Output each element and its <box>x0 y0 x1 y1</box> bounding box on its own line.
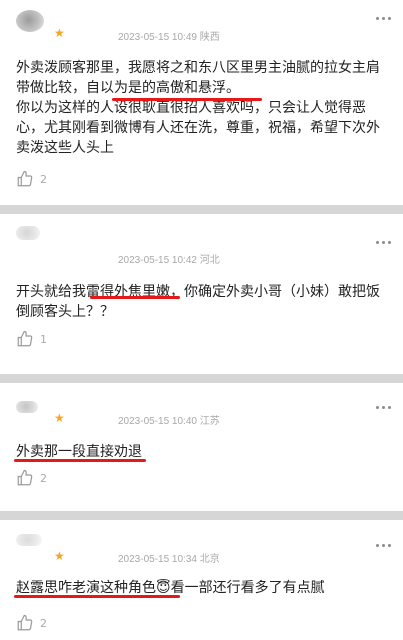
thumbs-up-icon <box>17 330 33 347</box>
comment-meta: 2023-05-15 10:42 河北 <box>118 251 220 266</box>
comment-content: 外卖泼顾客那里，我愿将之和东八区里男主油腻的拉女主肩带做比较，自以为是的高傲和悬… <box>16 60 380 156</box>
comment-card: ★ 2023-05-15 10:34 北京 赵露思咋老演这种角色😇看一部还行看多… <box>0 520 403 640</box>
more-dots-icon[interactable] <box>376 241 391 244</box>
highlight-underline <box>14 459 146 462</box>
like-count: 2 <box>40 616 47 630</box>
thumbs-up-icon <box>17 170 33 187</box>
more-dots-icon[interactable] <box>376 544 391 547</box>
like-count: 1 <box>40 332 47 346</box>
avatar[interactable] <box>16 401 38 413</box>
rating-star-icon: ★ <box>54 549 65 563</box>
avatar[interactable] <box>16 226 40 240</box>
comment-location: 河北 <box>199 255 220 266</box>
avatar[interactable] <box>16 534 42 546</box>
like-button[interactable]: 1 <box>16 330 47 348</box>
rating-star-icon: ★ <box>54 26 65 40</box>
comment-location: 陕西 <box>199 32 220 43</box>
comment-timestamp: 2023-05-15 10:42 <box>118 255 197 266</box>
avatar[interactable] <box>16 10 44 32</box>
rating-star-icon: ★ <box>54 411 65 425</box>
like-count: 2 <box>40 471 47 485</box>
comment-location: 江苏 <box>199 416 220 427</box>
more-dots-icon[interactable] <box>376 17 391 20</box>
comment-timestamp: 2023-05-15 10:34 <box>118 554 197 565</box>
more-dots-icon[interactable] <box>376 406 391 409</box>
like-count: 2 <box>40 172 47 186</box>
comment-meta: 2023-05-15 10:34 北京 <box>118 550 220 565</box>
comment-card: ★ 2023-05-15 10:49 陕西 外卖泼顾客那里，我愿将之和东八区里男… <box>0 0 403 205</box>
highlight-underline <box>14 595 180 598</box>
thumbs-up-icon <box>17 469 33 486</box>
like-button[interactable]: 2 <box>16 614 47 632</box>
highlight-underline <box>112 98 262 101</box>
highlight-underline <box>90 296 180 299</box>
like-button[interactable]: 2 <box>16 170 47 188</box>
thumbs-up-icon <box>17 614 33 631</box>
comment-card: 2023-05-15 10:42 河北 开头就给我雷得外焦里嫩，你确定外卖小哥（… <box>0 214 403 374</box>
comment-location: 北京 <box>199 554 220 565</box>
comment-timestamp: 2023-05-15 10:49 <box>118 32 197 43</box>
comment-meta: 2023-05-15 10:40 江苏 <box>118 412 220 427</box>
comment-meta: 2023-05-15 10:49 陕西 <box>118 28 220 43</box>
like-button[interactable]: 2 <box>16 469 47 487</box>
comment-content: 开头就给我雷得外焦里嫩，你确定外卖小哥（小妹）敢把饭倒顾客头上？？ <box>16 284 380 320</box>
comment-timestamp: 2023-05-15 10:40 <box>118 416 197 427</box>
comment-card: ★ 2023-05-15 10:40 江苏 外卖那一段直接劝退 2 <box>0 383 403 511</box>
